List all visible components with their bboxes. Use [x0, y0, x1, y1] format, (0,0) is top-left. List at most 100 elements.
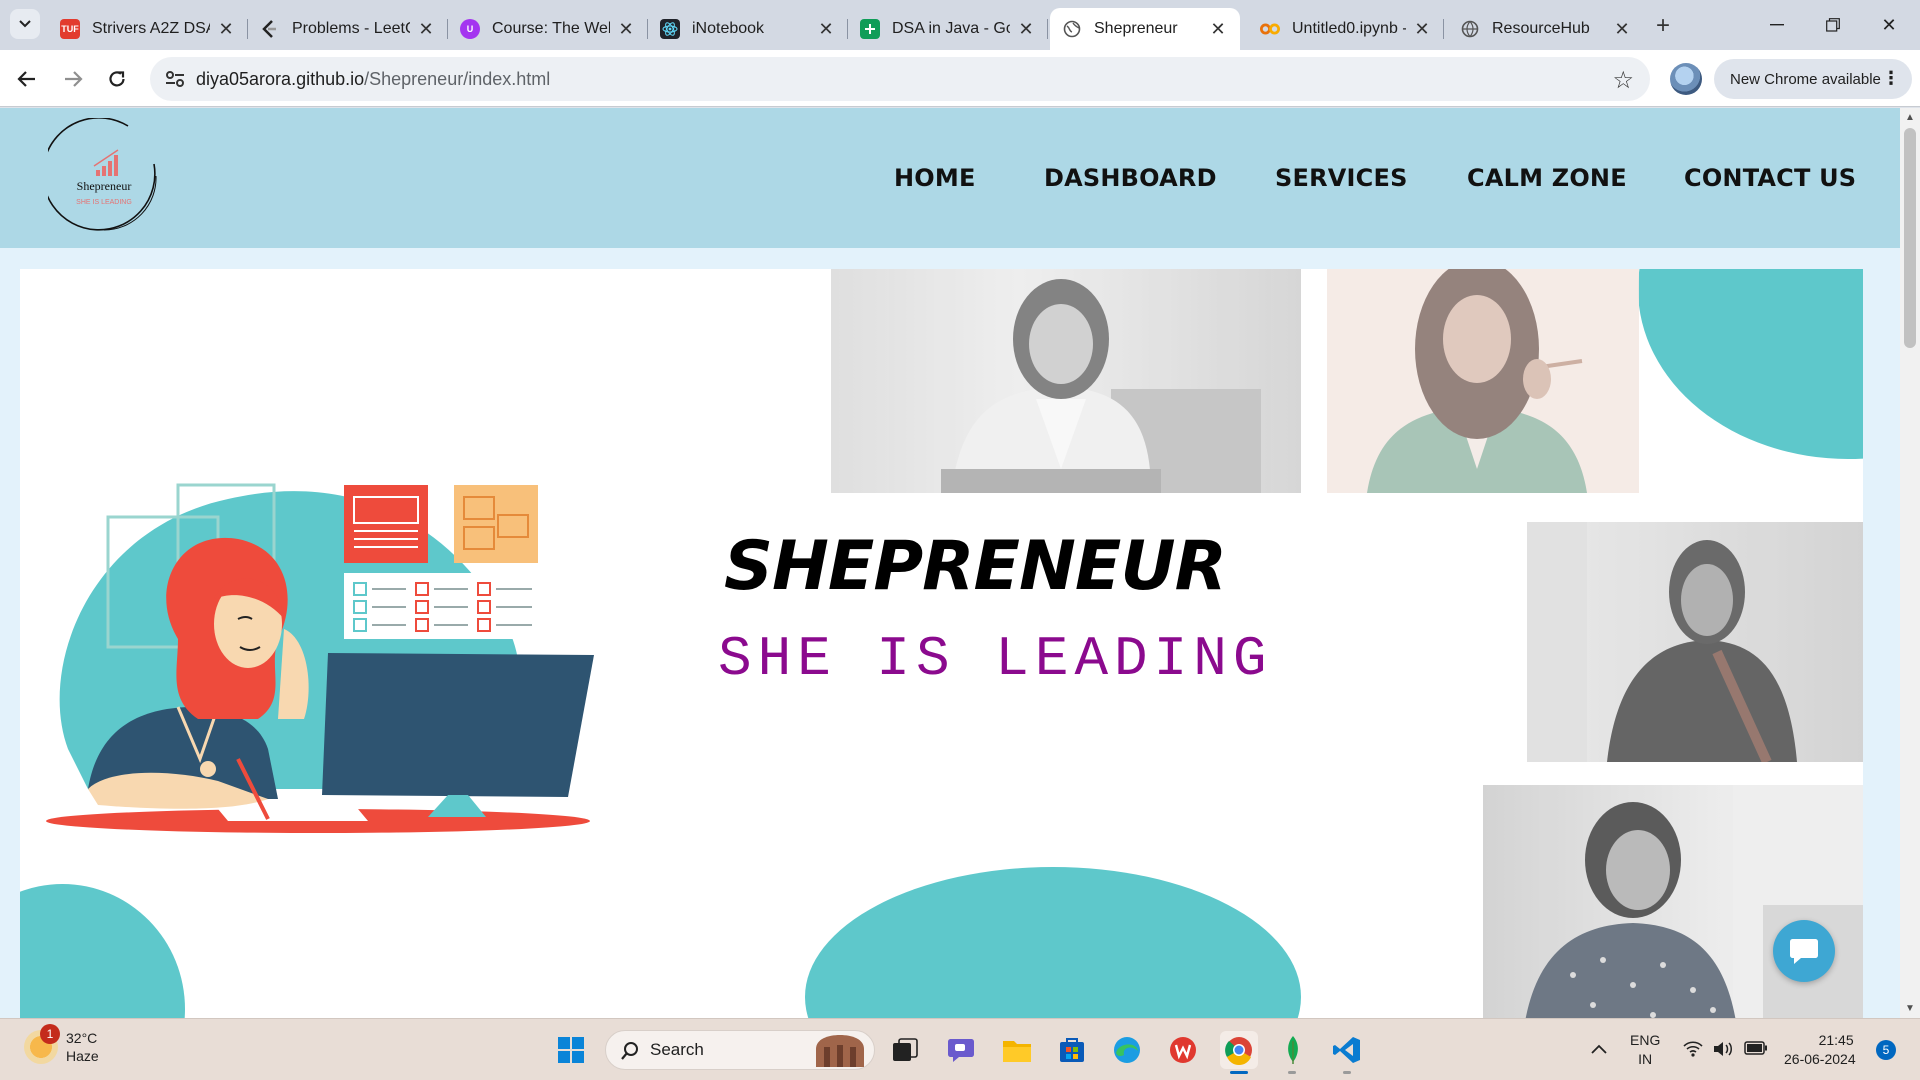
wps-office-icon[interactable] — [1164, 1031, 1202, 1069]
nav-services[interactable]: SERVICES — [1275, 164, 1408, 192]
teams-chat-icon[interactable] — [942, 1031, 980, 1069]
update-chrome-button[interactable]: New Chrome available ⋮ — [1714, 59, 1912, 99]
reload-icon[interactable] — [100, 62, 134, 96]
notification-count-badge[interactable]: 5 — [1876, 1040, 1896, 1060]
globe-icon — [1460, 19, 1480, 39]
language-indicator[interactable]: ENG IN — [1630, 1031, 1660, 1069]
volume-icon[interactable] — [1712, 1040, 1734, 1063]
tab-search-button[interactable] — [10, 9, 40, 39]
language-line2: IN — [1638, 1051, 1653, 1067]
weather-haze-icon: 1 — [24, 1024, 60, 1064]
search-highlight-icon — [816, 1035, 864, 1067]
windows-taskbar: 1 32°C Haze Search ENG IN 21:45 26-06-20… — [0, 1018, 1920, 1080]
mongodb-compass-icon[interactable] — [1274, 1031, 1312, 1069]
tab-title: Course: The Web Developer — [492, 20, 610, 37]
tab-inotebook[interactable]: iNotebook ✕ — [648, 8, 848, 50]
udemy-icon: U — [460, 19, 480, 39]
browser-toolbar: diya05arora.github.io/Shepreneur/index.h… — [0, 50, 1920, 107]
tab-shepreneur[interactable]: Shepreneur ✕ — [1050, 8, 1240, 50]
url-text: diya05arora.github.io/Shepreneur/index.h… — [196, 69, 550, 90]
tab-udemy[interactable]: U Course: The Web Developer ✕ — [448, 8, 648, 50]
tab-title: iNotebook — [692, 20, 765, 37]
nav-calm-zone[interactable]: CALM ZONE — [1467, 164, 1627, 192]
menu-kebab-icon: ⋮ — [1882, 68, 1900, 88]
tab-leetcode[interactable]: Problems - LeetCode ✕ — [248, 8, 448, 50]
minimize-icon[interactable] — [1762, 10, 1792, 40]
url-host: diya05arora.github.io — [196, 69, 365, 89]
chat-button[interactable] — [1773, 920, 1835, 982]
photo-woman-green — [1327, 269, 1639, 493]
hero-subtitle: SHE IS LEADING — [718, 627, 1273, 691]
colab-icon — [1260, 19, 1280, 39]
scroll-up-arrow-icon[interactable]: ▲ — [1905, 112, 1915, 123]
page-scrollbar[interactable]: ▲ ▼ — [1900, 108, 1920, 1018]
tray-overflow-chevron-icon[interactable] — [1590, 1041, 1608, 1060]
close-icon[interactable]: ✕ — [1016, 19, 1036, 39]
weather-alert-badge: 1 — [40, 1024, 60, 1044]
tab-colab[interactable]: Untitled0.ipynb - Colab ✕ — [1248, 8, 1444, 50]
weather-temp: 32°C — [66, 1030, 98, 1046]
scrollbar-thumb[interactable] — [1904, 128, 1916, 348]
tab-dsa-java[interactable]: DSA in Java - Google Sheets ✕ — [848, 8, 1048, 50]
profile-avatar[interactable] — [1670, 63, 1702, 95]
close-icon[interactable]: ✕ — [1412, 19, 1432, 39]
chrome-browser-icon[interactable] — [1220, 1031, 1258, 1069]
edge-browser-icon[interactable] — [1108, 1031, 1146, 1069]
close-icon[interactable]: ✕ — [1612, 19, 1632, 39]
forward-icon[interactable] — [56, 62, 90, 96]
new-tab-button[interactable]: + — [1650, 12, 1676, 40]
windows-start-icon[interactable] — [552, 1031, 590, 1069]
task-view-icon[interactable] — [886, 1031, 924, 1069]
tab-title: Strivers A2Z DSA — [92, 20, 210, 37]
bookmark-star-icon[interactable]: ☆ — [1612, 66, 1634, 95]
file-explorer-icon[interactable] — [998, 1031, 1036, 1069]
tab-title: DSA in Java - Google Sheets — [892, 20, 1010, 37]
globe-icon — [1062, 19, 1082, 39]
search-icon — [621, 1042, 638, 1060]
close-icon[interactable]: ✕ — [416, 19, 436, 39]
logo-tagline: SHE IS LEADING — [76, 199, 132, 206]
weather-widget[interactable]: 1 32°C Haze — [24, 1024, 99, 1065]
close-icon[interactable]: ✕ — [216, 19, 236, 39]
tab-title: ResourceHub — [1492, 20, 1590, 37]
weather-condition: Haze — [66, 1048, 99, 1064]
clock-time: 21:45 — [1818, 1032, 1854, 1048]
nav-contact-us[interactable]: CONTACT US — [1684, 164, 1856, 192]
close-icon[interactable]: ✕ — [1208, 19, 1228, 39]
site-logo[interactable]: Shepreneur SHE IS LEADING — [42, 117, 166, 236]
photo-woman-office — [1527, 522, 1863, 762]
tab-strivers[interactable]: TUF Strivers A2Z DSA ✕ — [48, 8, 248, 50]
photo-woman-laptop — [831, 269, 1301, 493]
restore-icon[interactable] — [1818, 10, 1848, 40]
scroll-down-arrow-icon[interactable]: ▼ — [1905, 1003, 1915, 1014]
close-icon[interactable]: ✕ — [616, 19, 636, 39]
address-bar[interactable]: diya05arora.github.io/Shepreneur/index.h… — [150, 57, 1650, 101]
update-label: New Chrome available — [1730, 70, 1881, 88]
clock[interactable]: 21:45 26-06-2024 — [1784, 1031, 1856, 1069]
taskbar-search-placeholder: Search — [650, 1040, 704, 1059]
nav-home[interactable]: HOME — [894, 164, 976, 192]
leetcode-icon — [260, 19, 280, 39]
sheets-icon — [860, 19, 880, 39]
clock-date: 26-06-2024 — [1784, 1051, 1856, 1067]
tab-title: Untitled0.ipynb - Colab — [1292, 20, 1406, 37]
close-icon[interactable]: ✕ — [816, 19, 836, 39]
wifi-icon[interactable] — [1683, 1041, 1703, 1062]
microsoft-store-icon[interactable] — [1053, 1031, 1091, 1069]
close-window-icon[interactable]: ✕ — [1874, 10, 1904, 40]
teal-blob-bottom-center — [805, 867, 1301, 1018]
chat-bubble-icon — [1790, 939, 1818, 964]
back-icon[interactable] — [10, 62, 44, 96]
teal-blob-top-right — [1638, 269, 1863, 459]
tab-title: Shepreneur — [1094, 20, 1178, 37]
nav-dashboard[interactable]: DASHBOARD — [1044, 164, 1217, 192]
battery-icon[interactable] — [1744, 1041, 1768, 1060]
site-info-icon[interactable] — [164, 69, 186, 89]
photo-woman-smiling — [1483, 785, 1863, 1018]
page-viewport: Shepreneur SHE IS LEADING HOME DASHBOARD… — [0, 108, 1900, 1018]
taskbar-search[interactable]: Search — [605, 1030, 875, 1070]
tab-strip: TUF Strivers A2Z DSA ✕ Problems - LeetCo… — [0, 0, 1920, 50]
tab-resourcehub[interactable]: ResourceHub ✕ — [1448, 8, 1644, 50]
hero-title: SHEPRENEUR — [724, 527, 1227, 606]
vscode-icon[interactable] — [1328, 1031, 1366, 1069]
